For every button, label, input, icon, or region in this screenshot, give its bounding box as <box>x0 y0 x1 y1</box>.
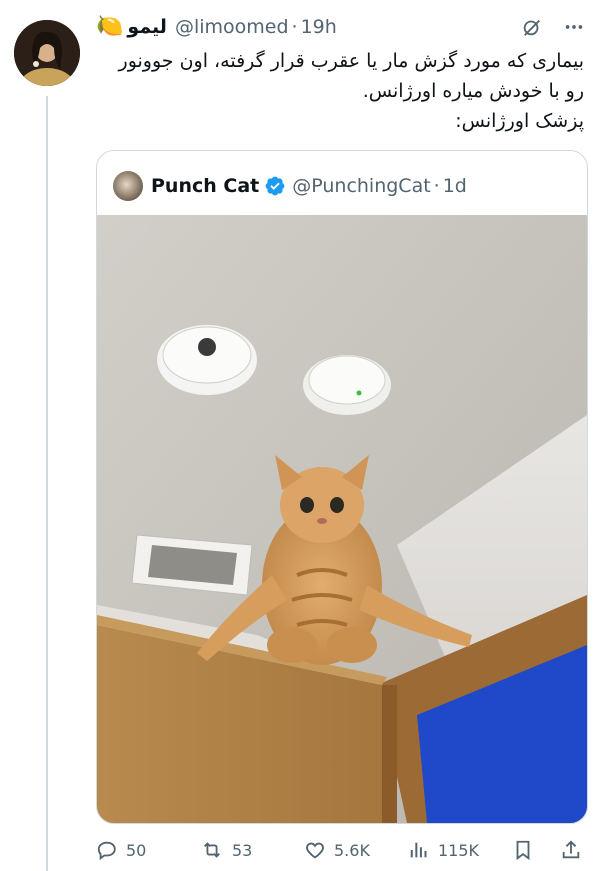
retweet-icon <box>204 842 220 858</box>
author-display-name[interactable]: لیمو <box>127 16 167 38</box>
more-options-icon[interactable] <box>562 15 586 39</box>
quoted-author-name[interactable]: Punch Cat <box>151 175 259 197</box>
reply-button[interactable]: 50 <box>96 839 146 861</box>
header-separator: · <box>291 16 298 38</box>
tweet-line: رو با خودش میاره اورژانس. <box>362 80 584 102</box>
tweet-header: 🍋 لیمو @limoomed · 19h <box>96 12 586 42</box>
tweet-actions: 50 53 5.6K 115K <box>96 834 586 866</box>
bookmark-icon <box>516 840 530 861</box>
author-avatar[interactable] <box>14 20 80 86</box>
quoted-author-avatar[interactable] <box>113 171 143 201</box>
grok-icon[interactable] <box>520 15 544 39</box>
verified-badge-icon <box>265 176 285 196</box>
like-count: 5.6K <box>334 840 370 860</box>
tweet-text: بیماری که مورد گزش مار یا عقرب قرار گرفت… <box>96 46 584 136</box>
share-button[interactable] <box>560 839 590 861</box>
quoted-author-handle[interactable]: @PunchingCat <box>292 175 430 197</box>
views-button[interactable]: 115K <box>408 839 479 861</box>
author-handle[interactable]: @limoomed <box>175 16 289 38</box>
quoted-tweet-header: Punch Cat @PunchingCat · 1d <box>113 169 467 203</box>
cat-photo[interactable] <box>97 215 587 823</box>
quoted-tweet-card[interactable]: Punch Cat @PunchingCat · 1d <box>96 150 588 824</box>
tweet-line: پزشک اورژانس: <box>455 110 584 132</box>
tweet-line: بیماری که مورد گزش مار یا عقرب قرار گرفت… <box>118 50 584 72</box>
quoted-tweet-time[interactable]: 1d <box>443 175 467 197</box>
tweet-time[interactable]: 19h <box>301 16 337 38</box>
retweet-count: 53 <box>232 840 253 860</box>
reply-icon <box>97 841 116 861</box>
views-icon <box>410 842 427 858</box>
retweet-button[interactable]: 53 <box>200 839 252 861</box>
like-button[interactable]: 5.6K <box>304 839 370 861</box>
thread-line <box>46 96 48 871</box>
bookmark-button[interactable] <box>512 839 542 861</box>
heart-icon <box>306 842 324 859</box>
reply-count: 50 <box>126 840 147 860</box>
view-count: 115K <box>438 840 480 860</box>
quoted-separator: · <box>433 175 440 197</box>
share-icon <box>562 840 580 859</box>
lemon-emoji: 🍋 <box>96 14 124 39</box>
